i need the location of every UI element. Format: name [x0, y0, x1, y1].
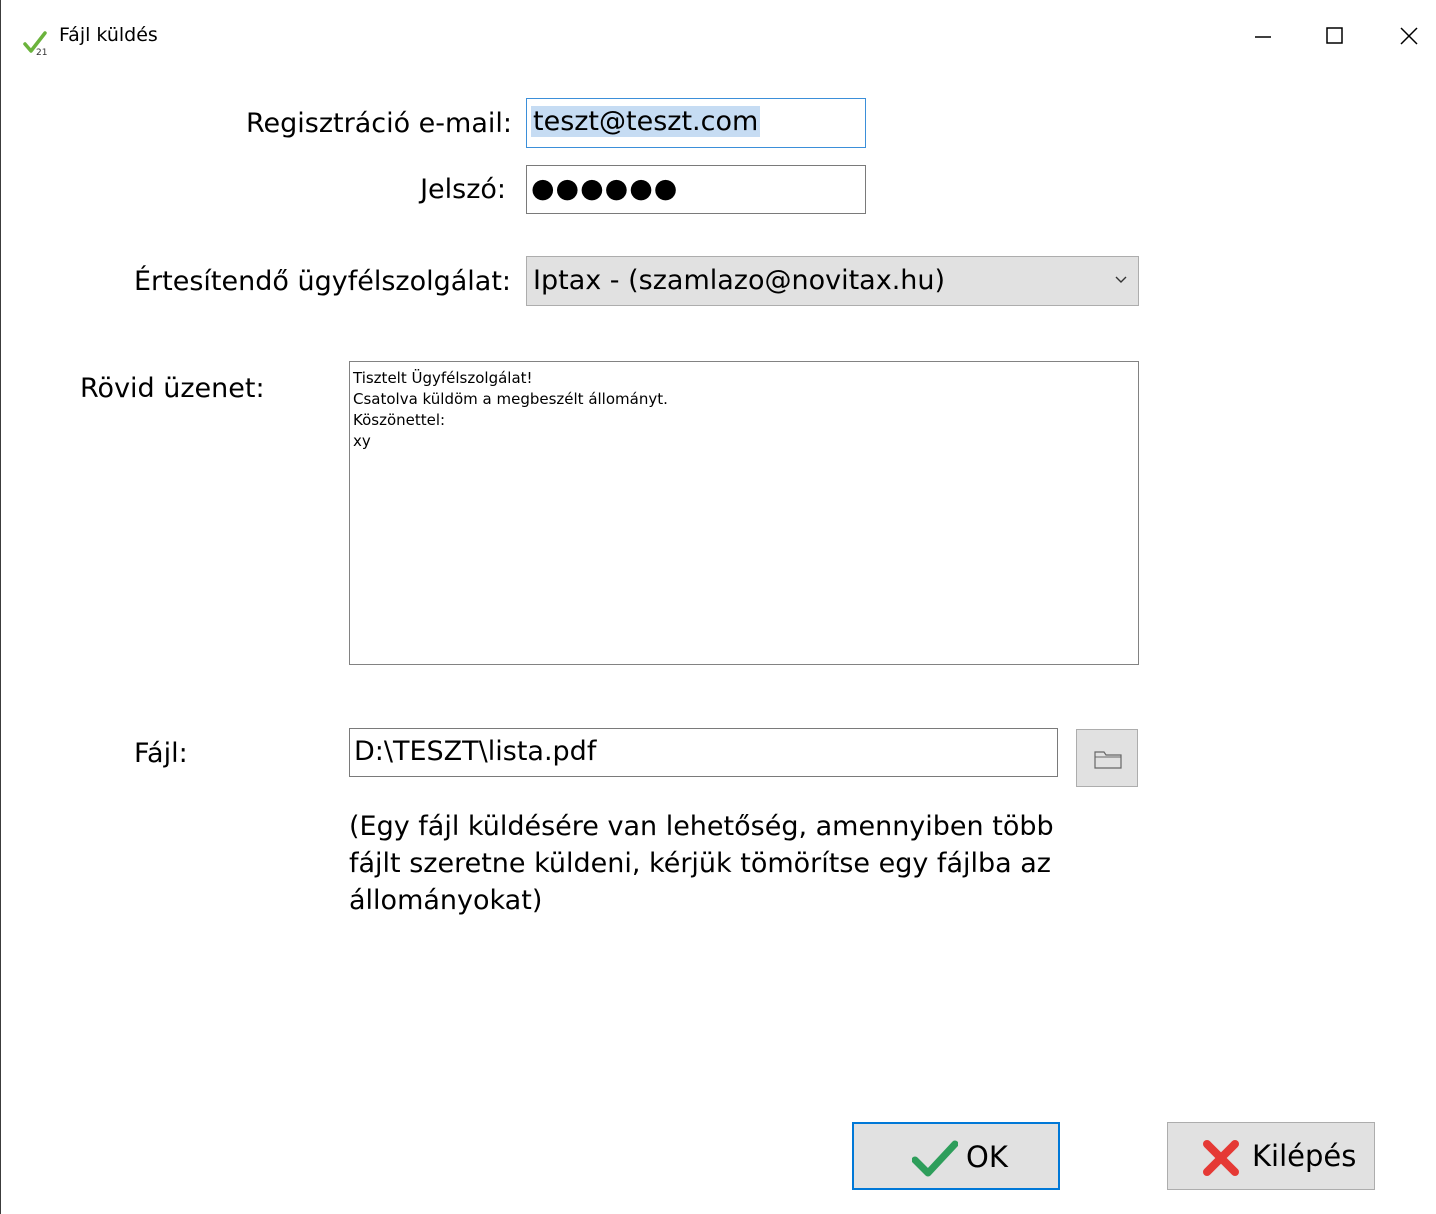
file-note: (Egy fájl küldésére van lehetőség, amenn… — [349, 808, 1054, 919]
checkmark-icon — [912, 1140, 958, 1177]
support-label: Értesítendő ügyfélszolgálat: — [134, 266, 511, 297]
note-line: állományokat) — [349, 885, 543, 916]
support-select[interactable]: Iptax - (szamlazo@novitax.hu) — [526, 256, 1139, 306]
ok-button[interactable]: OK — [852, 1122, 1060, 1190]
file-path-field[interactable]: D:\TESZT\lista.pdf — [349, 728, 1058, 777]
message-line: Csatolva küldöm a megbeszélt állományt. — [353, 390, 668, 408]
close-icon — [1400, 27, 1418, 45]
minimize-icon — [1255, 36, 1271, 38]
note-line: fájlt szeretne küldeni, kérjük tömörítse… — [349, 848, 1051, 879]
exit-button[interactable]: Kilépés — [1167, 1122, 1375, 1190]
email-value: teszt@teszt.com — [531, 106, 761, 137]
folder-icon — [1094, 751, 1122, 769]
email-field[interactable]: teszt@teszt.com — [526, 98, 866, 148]
message-line: Köszönettel: — [353, 411, 446, 429]
note-line: (Egy fájl küldésére van lehetőség, amenn… — [349, 811, 1054, 842]
close-button[interactable] — [1379, 16, 1436, 56]
password-field[interactable]: ●●●●●● — [526, 165, 866, 214]
exit-button-label: Kilépés — [1252, 1139, 1357, 1173]
browse-button[interactable] — [1076, 729, 1138, 787]
message-line: Tisztelt Ügyfélszolgálat! — [353, 369, 533, 387]
x-icon — [1203, 1140, 1239, 1176]
password-label: Jelszó: — [420, 174, 506, 205]
maximize-button[interactable] — [1305, 16, 1365, 56]
window-top-edge — [1, 0, 1436, 8]
chevron-down-icon — [1115, 276, 1127, 283]
maximize-icon — [1326, 27, 1343, 44]
message-textarea[interactable]: Tisztelt Ügyfélszolgálat! Csatolva küldö… — [349, 361, 1139, 665]
svg-text:21: 21 — [36, 48, 47, 56]
minimize-button[interactable] — [1233, 16, 1293, 56]
email-label: Regisztráció e-mail: — [245, 108, 512, 139]
support-selected-value: Iptax - (szamlazo@novitax.hu) — [533, 265, 946, 296]
message-line: xy — [353, 432, 371, 450]
ok-button-label: OK — [966, 1140, 1008, 1174]
message-label: Rövid üzenet: — [80, 373, 265, 404]
file-label: Fájl: — [134, 738, 188, 769]
window-title: Fájl küldés — [59, 24, 158, 46]
file-send-window: 21 Fájl küldés Regisztráció e-mail: tesz… — [0, 0, 1436, 1214]
title-bar[interactable]: 21 Fájl küldés — [1, 8, 1436, 62]
app-check-icon: 21 — [23, 31, 47, 56]
